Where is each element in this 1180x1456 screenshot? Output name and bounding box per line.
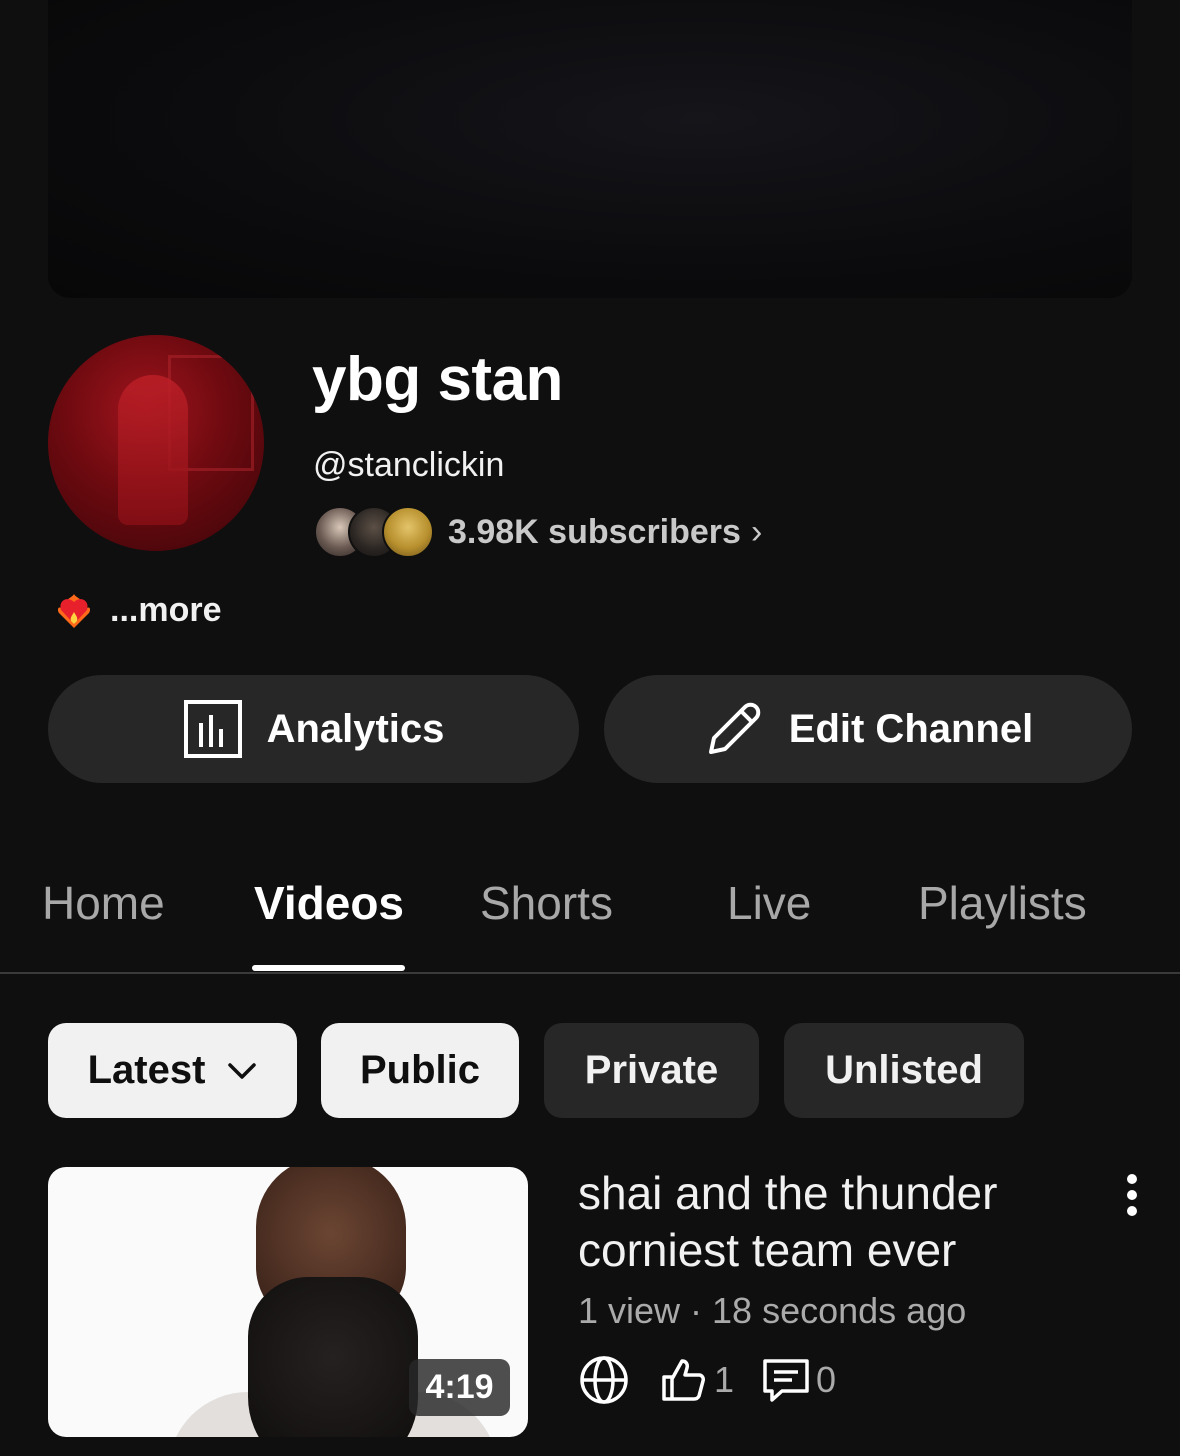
analytics-label: Analytics: [266, 706, 445, 751]
video-title[interactable]: shai and the thunder corniest team ever: [578, 1165, 1078, 1279]
channel-tabs: Home Videos Shorts Live Playlists: [0, 860, 1180, 974]
comment-icon: [763, 1359, 809, 1402]
pencil-icon: [708, 702, 761, 754]
edit-channel-button[interactable]: Edit Channel: [604, 675, 1132, 783]
chevron-down-icon: [228, 1062, 257, 1079]
chevron-right-icon: ›: [750, 512, 763, 551]
channel-handle: @stanclickin: [313, 446, 505, 484]
thumbs-up-icon: [662, 1359, 705, 1401]
active-tab-indicator: [252, 965, 405, 971]
comments: 0: [760, 1354, 836, 1406]
subscriber-avatar: [382, 506, 434, 558]
analytics-chart-icon: [183, 700, 242, 758]
video-meta: 1 view · 18 seconds ago: [578, 1290, 967, 1331]
avatar-figure-shape: [118, 375, 188, 525]
subscriber-count: 3.98K subscribers: [448, 512, 741, 551]
comment-count: 0: [816, 1359, 837, 1400]
like-count: 1: [714, 1359, 735, 1400]
channel-banner: [48, 0, 1132, 298]
thumbnail-beard-shape: [248, 1277, 418, 1437]
tab-shorts[interactable]: Shorts: [480, 876, 613, 930]
analytics-button[interactable]: Analytics: [48, 675, 579, 783]
channel-avatar[interactable]: [48, 335, 264, 551]
globe-icon: [580, 1356, 628, 1404]
description-more-link[interactable]: ...more: [110, 591, 221, 630]
channel-description[interactable]: ...more: [52, 588, 221, 632]
sort-dropdown[interactable]: Latest: [48, 1023, 297, 1118]
video-stats-row: 1 0: [578, 1352, 836, 1408]
heart-on-fire-icon: [57, 594, 91, 628]
likes: 1: [658, 1355, 734, 1405]
tab-videos[interactable]: Videos: [254, 876, 404, 930]
tab-live[interactable]: Live: [727, 876, 811, 930]
filter-chip-unlisted[interactable]: Unlisted: [784, 1023, 1024, 1118]
edit-channel-label: Edit Channel: [788, 706, 1034, 751]
subscribers-row[interactable]: 3.98K subscribers ›: [314, 506, 762, 558]
more-options-icon[interactable]: [1114, 1170, 1150, 1220]
tab-home[interactable]: Home: [42, 876, 165, 930]
channel-name: ybg stan: [312, 345, 563, 414]
tab-playlists[interactable]: Playlists: [918, 876, 1087, 930]
filter-chip-private[interactable]: Private: [544, 1023, 759, 1118]
video-duration-badge: 4:19: [409, 1359, 510, 1416]
sort-label: Latest: [87, 1048, 206, 1092]
filter-chip-public[interactable]: Public: [321, 1023, 519, 1118]
